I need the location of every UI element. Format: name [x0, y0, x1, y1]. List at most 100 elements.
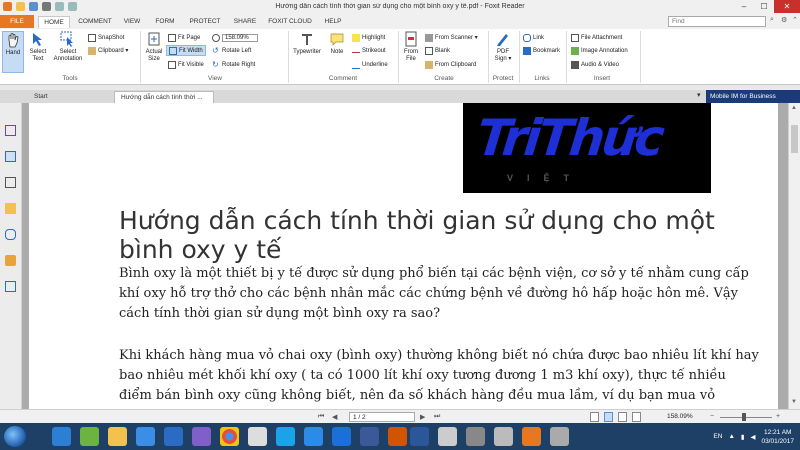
app-icon[interactable]	[466, 427, 485, 446]
zoom-slider-track[interactable]	[720, 417, 772, 418]
rotate-left-button[interactable]: ↺ Rotate Left	[212, 45, 251, 56]
app-icon[interactable]	[550, 427, 569, 446]
continuous-facing-view-icon[interactable]	[632, 412, 641, 422]
link-button[interactable]: Link	[523, 32, 544, 43]
typewriter-button[interactable]: Typewriter	[291, 31, 323, 56]
tab-form[interactable]: FORM	[150, 16, 180, 28]
actual-size-button[interactable]: Actual Size	[143, 31, 165, 63]
pdf-sign-button[interactable]: PDF Sign ▾	[491, 31, 515, 63]
scroll-down-icon[interactable]: ▼	[791, 399, 797, 405]
file-explorer-icon[interactable]	[108, 427, 127, 446]
close-button[interactable]: ✕	[774, 0, 800, 13]
app-icon[interactable]	[494, 427, 513, 446]
tab-home[interactable]: HOME	[38, 16, 70, 28]
open-icon[interactable]	[16, 2, 25, 11]
undo-icon[interactable]	[55, 2, 64, 11]
tab-view[interactable]: VIEW	[119, 16, 145, 28]
fit-visible-button[interactable]: Fit Visible	[168, 59, 204, 70]
app-icon[interactable]	[360, 427, 379, 446]
image-annotation-button[interactable]: Image Annotation	[571, 45, 628, 56]
app-icon[interactable]	[248, 427, 267, 446]
tab-help[interactable]: HELP	[320, 16, 346, 28]
next-page-icon[interactable]: ▶	[420, 413, 425, 421]
tab-active-document[interactable]: Hướng dẫn cách tính thời ...	[114, 91, 214, 103]
start-button[interactable]	[4, 426, 26, 447]
media-player-icon[interactable]	[136, 427, 155, 446]
tab-share[interactable]: SHARE	[230, 16, 260, 28]
print-icon[interactable]	[42, 2, 51, 11]
page-number-field[interactable]: 1 / 2	[349, 412, 415, 422]
fit-width-button[interactable]: Fit Width	[166, 45, 206, 56]
zoom-in-button[interactable]: +	[776, 413, 780, 420]
internet-explorer-icon[interactable]	[52, 427, 71, 446]
search-icon[interactable]: ⌕	[770, 16, 778, 25]
minimize-button[interactable]: –	[734, 0, 754, 13]
scroll-up-icon[interactable]: ▲	[791, 105, 797, 111]
network-icon[interactable]: ▮	[741, 433, 745, 441]
comments-icon[interactable]	[5, 203, 16, 214]
word-icon[interactable]	[410, 427, 429, 446]
vertical-scrollbar[interactable]: ▲ ▼	[788, 103, 800, 409]
previous-page-icon[interactable]: ◀	[332, 413, 337, 421]
zoom-percentage[interactable]: 158.09%	[667, 413, 693, 420]
tab-list-chevron-icon[interactable]: ▾	[697, 91, 701, 99]
pages-icon[interactable]	[5, 151, 16, 162]
file-attachment-button[interactable]: File Attachment	[571, 32, 622, 43]
from-scanner-button[interactable]: From Scanner ▾	[425, 32, 478, 43]
coccoc-browser-icon[interactable]	[80, 427, 99, 446]
teamviewer-icon[interactable]	[276, 427, 295, 446]
tab-foxit-cloud[interactable]: FOXIT CLOUD	[264, 16, 316, 28]
find-input[interactable]: Find	[668, 16, 766, 27]
select-text-button[interactable]: Select Text	[27, 31, 49, 63]
ad-banner[interactable]: Mobile IM for Business	[706, 90, 800, 103]
scroll-thumb[interactable]	[791, 125, 798, 153]
redo-icon[interactable]	[68, 2, 77, 11]
clock[interactable]: 12:21 AM 03/01/2017	[761, 428, 794, 446]
zoom-out-button[interactable]: −	[710, 413, 714, 420]
layers-icon[interactable]	[5, 177, 16, 188]
single-page-view-icon[interactable]	[590, 412, 599, 422]
lock-icon[interactable]	[5, 255, 16, 266]
zoom-slider-handle[interactable]	[742, 413, 746, 421]
bookmarks-icon[interactable]	[5, 125, 16, 136]
zoom-dropdown[interactable]: 158.09%	[212, 32, 258, 43]
app-icon[interactable]	[388, 427, 407, 446]
tab-comment[interactable]: COMMENT	[74, 16, 116, 28]
underline-button[interactable]: Underline	[352, 59, 388, 70]
audio-video-button[interactable]: Audio & Video	[571, 59, 619, 70]
zalo-icon[interactable]	[332, 427, 351, 446]
settings-icon[interactable]: ⚙	[781, 16, 789, 25]
app-icon[interactable]	[438, 427, 457, 446]
facing-view-icon[interactable]	[618, 412, 627, 422]
first-page-icon[interactable]: ⏮	[318, 413, 324, 421]
language-indicator[interactable]: EN	[713, 433, 722, 440]
snapshot-button[interactable]: SnapShot	[88, 32, 124, 43]
fit-page-button[interactable]: Fit Page	[168, 32, 200, 43]
app-icon[interactable]	[164, 427, 183, 446]
select-annotation-button[interactable]: Select Annotation	[52, 31, 84, 63]
from-clipboard-button[interactable]: From Clipboard	[425, 59, 476, 70]
bookmark-button[interactable]: Bookmark	[523, 45, 560, 56]
tray-chevron-icon[interactable]: ▲	[728, 433, 734, 440]
clipboard-button[interactable]: Clipboard ▾	[88, 45, 128, 56]
hand-tool-button[interactable]: Hand	[2, 31, 24, 73]
attachments-icon[interactable]	[5, 229, 16, 240]
volume-icon[interactable]: ◀	[750, 433, 755, 441]
save-icon[interactable]	[29, 2, 38, 11]
tab-start[interactable]: Start	[28, 91, 108, 103]
document-viewport[interactable]: TriThức VIỆT Hướng dẫn cách tính thời gi…	[22, 103, 788, 409]
tab-file[interactable]: FILE	[0, 15, 34, 28]
signature-icon[interactable]	[5, 281, 16, 292]
continuous-view-icon[interactable]	[604, 412, 613, 422]
strikeout-button[interactable]: Strikeout	[352, 45, 386, 56]
rotate-right-button[interactable]: ↻ Rotate Right	[212, 59, 255, 70]
maximize-button[interactable]: ☐	[754, 0, 774, 13]
last-page-icon[interactable]: ⏭	[434, 413, 440, 421]
chrome-icon[interactable]	[220, 427, 239, 446]
zoom-value[interactable]: 158.09%	[222, 33, 258, 42]
from-file-button[interactable]: From File	[401, 31, 421, 63]
app-icon[interactable]	[304, 427, 323, 446]
blank-button[interactable]: Blank	[425, 45, 450, 56]
note-button[interactable]: Note	[326, 31, 348, 56]
highlight-button[interactable]: Highlight	[352, 32, 385, 43]
